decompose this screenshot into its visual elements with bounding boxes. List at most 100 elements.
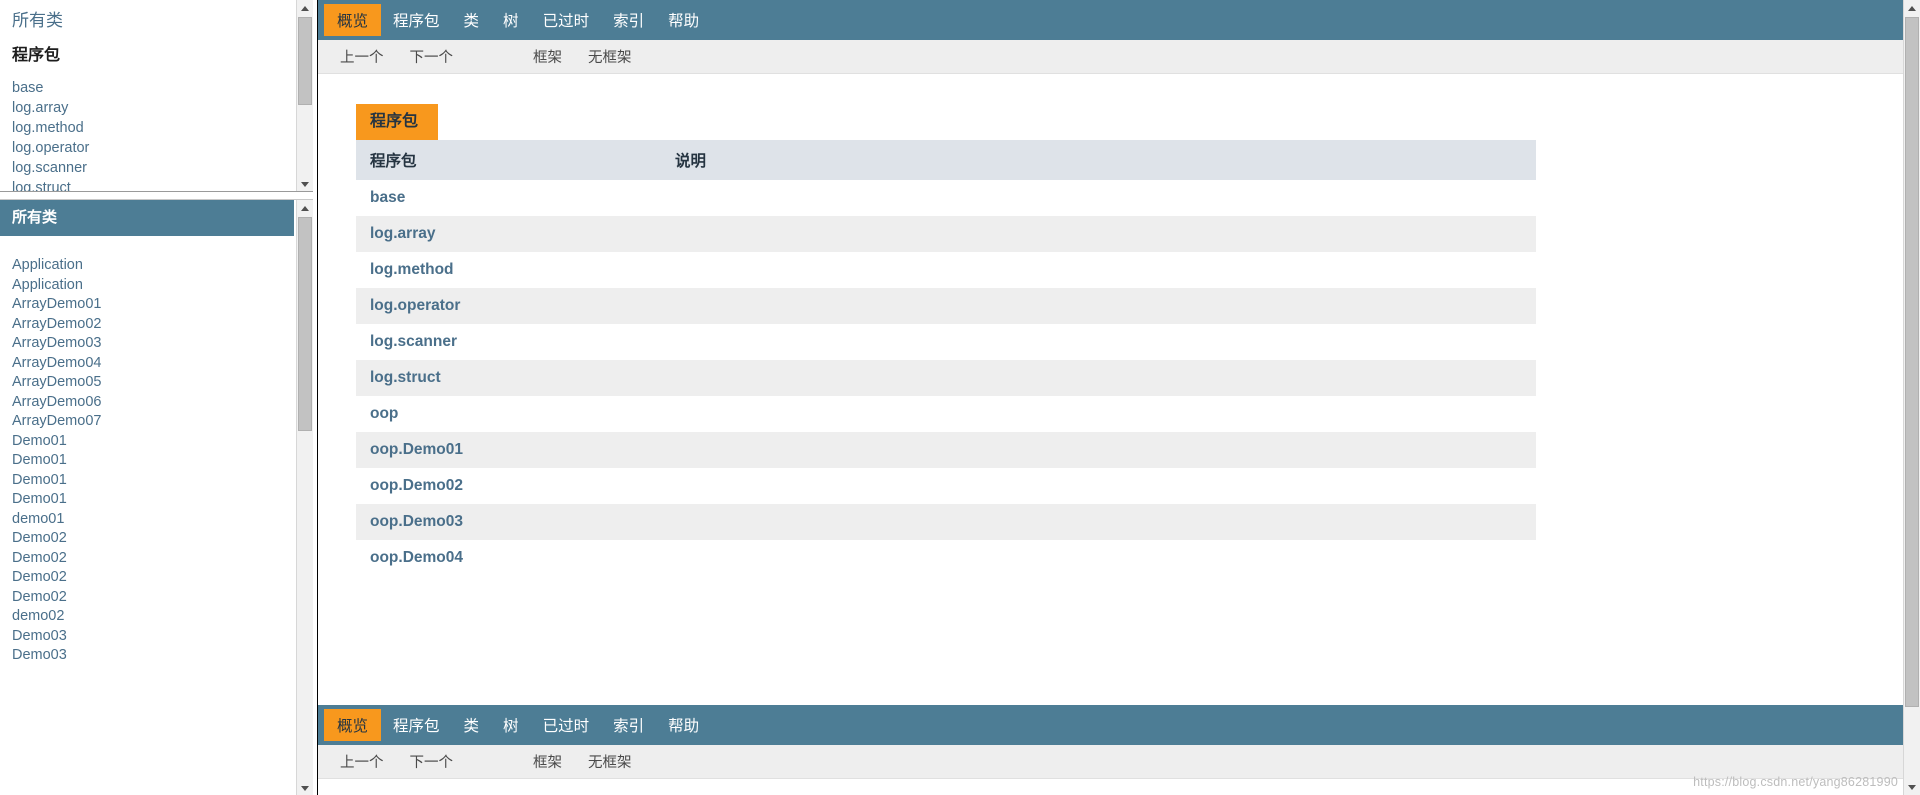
class-link[interactable]: Demo01 (12, 451, 294, 471)
nav-tab-label[interactable]: 概览 (337, 9, 368, 31)
nav-tab-label[interactable]: 概览 (337, 714, 368, 736)
nav-tab-label[interactable]: 程序包 (393, 9, 440, 31)
package-link[interactable]: base (12, 78, 294, 98)
package-link[interactable]: oop.Demo01 (370, 441, 463, 458)
nav-tab-label[interactable]: 树 (503, 9, 519, 31)
sub-nav-link[interactable]: 无框架 (575, 751, 645, 772)
all-classes-frame: 所有类 Application Application ArrayDemo01 Arr… (0, 199, 313, 795)
package-frame-scrollbar[interactable] (296, 0, 313, 191)
package-link[interactable]: log.operator (370, 297, 460, 314)
nav-tab-item[interactable]: 帮助 (656, 0, 711, 40)
class-link[interactable]: Demo03 (12, 646, 294, 666)
cell-package: log.array (356, 216, 661, 252)
nav-tab-item[interactable]: 已过时 (531, 0, 602, 40)
package-link[interactable]: log.method (370, 261, 454, 278)
main-frame-scrollbar[interactable] (1903, 0, 1920, 795)
list-item: log.method (12, 118, 294, 138)
package-link[interactable]: oop (370, 405, 398, 422)
nav-tab-item[interactable]: 索引 (601, 0, 656, 40)
class-link[interactable]: ArrayDemo06 (12, 393, 294, 413)
all-classes-title: 所有类 (0, 200, 294, 236)
class-link[interactable]: Demo02 (12, 588, 294, 608)
package-link[interactable]: base (370, 189, 405, 206)
watermark-text: https://blog.csdn.net/yang86281990 (1693, 775, 1898, 789)
class-link[interactable]: demo01 (12, 510, 294, 530)
nav-tab-item[interactable]: 程序包 (381, 0, 452, 40)
nav-tab-active[interactable]: 概览 (324, 709, 382, 741)
package-link[interactable]: oop.Demo02 (370, 477, 463, 494)
scroll-down-icon[interactable] (297, 176, 313, 191)
package-link[interactable]: oop.Demo04 (370, 549, 463, 566)
table-body: base log.array log.method log.operator l… (356, 180, 1536, 576)
package-link[interactable]: log.method (12, 118, 294, 138)
class-link[interactable]: Demo02 (12, 529, 294, 549)
class-link[interactable]: ArrayDemo07 (12, 412, 294, 432)
sub-nav-link[interactable]: 上一个 (327, 46, 397, 67)
nav-tab-item[interactable]: 树 (491, 0, 531, 40)
class-link[interactable]: ArrayDemo03 (12, 334, 294, 354)
class-link[interactable]: demo02 (12, 607, 294, 627)
class-link[interactable]: Demo02 (12, 568, 294, 588)
nav-tab-label[interactable]: 索引 (613, 9, 644, 31)
class-link[interactable]: ArrayDemo04 (12, 354, 294, 374)
all-classes-overview-link[interactable]: 所有类 (0, 0, 294, 32)
sub-nav-link[interactable]: 框架 (520, 751, 575, 772)
class-link[interactable]: Demo03 (12, 627, 294, 647)
class-link[interactable]: ArrayDemo05 (12, 373, 294, 393)
nav-tab-item[interactable]: 程序包 (381, 705, 452, 745)
package-link[interactable]: log.scanner (370, 333, 457, 350)
scrollbar-thumb[interactable] (298, 17, 312, 105)
nav-tab-item[interactable]: 索引 (601, 705, 656, 745)
class-link[interactable]: Application (12, 256, 294, 276)
nav-tab-label[interactable]: 帮助 (668, 714, 699, 736)
nav-tab-label[interactable]: 树 (503, 714, 519, 736)
cell-description (661, 324, 1536, 360)
all-classes-frame-scrollbar[interactable] (296, 200, 313, 795)
package-link[interactable]: log.operator (12, 138, 294, 158)
class-link[interactable]: ArrayDemo02 (12, 315, 294, 335)
scroll-up-icon[interactable] (297, 200, 313, 216)
sub-nav-link[interactable]: 下一个 (397, 751, 467, 772)
table-row: base (356, 180, 1536, 216)
class-link[interactable]: Demo02 (12, 549, 294, 569)
scrollbar-thumb[interactable] (298, 217, 312, 431)
scroll-down-icon[interactable] (297, 780, 313, 795)
nav-tab-label[interactable]: 程序包 (393, 714, 440, 736)
list-item: Demo03 (12, 646, 294, 666)
all-classes-content: 所有类 Application Application ArrayDemo01 Arr… (0, 200, 294, 795)
top-navigation-bar: 概览 程序包 类 树 已过时 索引 帮助 (318, 0, 1920, 40)
scrollbar-thumb[interactable] (1905, 17, 1919, 707)
package-link[interactable]: oop.Demo03 (370, 513, 463, 530)
list-item: log.struct (12, 178, 294, 191)
nav-tab-item[interactable]: 已过时 (531, 705, 602, 745)
package-link[interactable]: log.array (12, 98, 294, 118)
nav-tab-label[interactable]: 类 (464, 714, 480, 736)
class-link[interactable]: Application (12, 276, 294, 296)
package-link[interactable]: log.struct (12, 178, 294, 191)
nav-tab-item[interactable]: 类 (452, 705, 492, 745)
nav-tab-label[interactable]: 类 (464, 9, 480, 31)
package-link[interactable]: log.scanner (12, 158, 294, 178)
sub-nav-link[interactable]: 上一个 (327, 751, 397, 772)
class-link[interactable]: Demo01 (12, 432, 294, 452)
class-link[interactable]: Demo01 (12, 471, 294, 491)
class-link[interactable]: Demo01 (12, 490, 294, 510)
scroll-down-icon[interactable] (1904, 779, 1920, 795)
nav-tab-active[interactable]: 概览 (324, 4, 382, 36)
nav-tab-label[interactable]: 索引 (613, 714, 644, 736)
scroll-up-icon[interactable] (1904, 0, 1920, 16)
sub-nav-link[interactable]: 下一个 (397, 46, 467, 67)
nav-tab-item[interactable]: 帮助 (656, 705, 711, 745)
package-link[interactable]: log.struct (370, 369, 441, 386)
nav-tab-item[interactable]: 类 (452, 0, 492, 40)
nav-tab-label[interactable]: 帮助 (668, 9, 699, 31)
package-link[interactable]: log.array (370, 225, 435, 242)
list-item: Demo01 (12, 471, 294, 491)
nav-tab-label[interactable]: 已过时 (543, 9, 590, 31)
nav-tab-label[interactable]: 已过时 (543, 714, 590, 736)
nav-tab-item[interactable]: 树 (491, 705, 531, 745)
scroll-up-icon[interactable] (297, 0, 313, 16)
sub-nav-link[interactable]: 无框架 (575, 46, 645, 67)
sub-nav-link[interactable]: 框架 (520, 46, 575, 67)
class-link[interactable]: ArrayDemo01 (12, 295, 294, 315)
